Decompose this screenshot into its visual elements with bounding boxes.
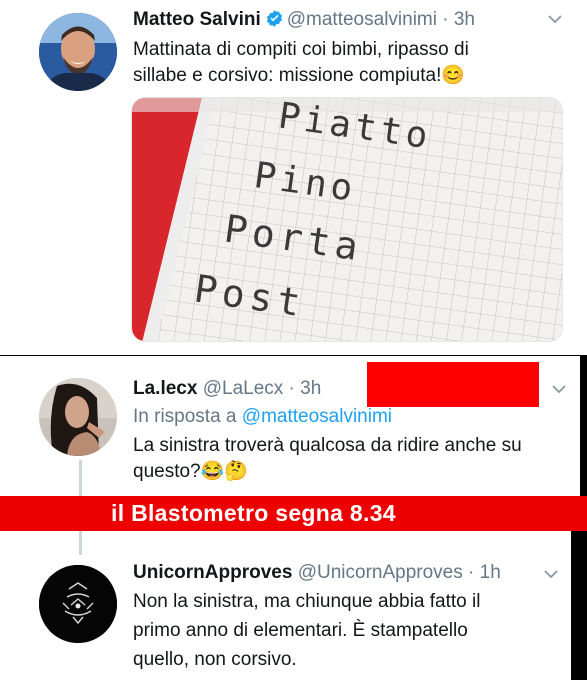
tweet-header: Matteo Salvini @matteosalvinimi · 3h	[133, 9, 475, 31]
dot-separator: ·	[462, 562, 480, 583]
author-name[interactable]: UnicornApproves	[133, 562, 292, 583]
chevron-down-icon[interactable]	[544, 569, 558, 579]
tweet-time[interactable]: 3h	[300, 378, 321, 399]
chevron-down-icon[interactable]	[552, 384, 566, 394]
tweet-text-line-3: quello, non corsivo.	[133, 649, 297, 670]
blastometro-banner: il Blastometro segna 8.34	[0, 496, 587, 531]
tweet-unicornapproves[interactable]: UnicornApproves @UnicornApproves · 1h No…	[0, 531, 571, 680]
redaction-box	[367, 362, 539, 407]
banner-text: il Blastometro segna 8.34	[111, 500, 396, 526]
author-handle[interactable]: @matteosalvinimi	[287, 9, 437, 30]
tweet-text-line-1: Mattinata di compiti coi bimbi, ripasso …	[133, 39, 469, 60]
tweet-time[interactable]: 3h	[454, 9, 475, 30]
tweet-photo[interactable]: Piatto Pino Porta Post	[131, 97, 563, 342]
tweet-text-line-2: primo anno di elementari. È stampatello	[133, 620, 468, 641]
author-handle[interactable]: @LaLecx	[203, 378, 284, 399]
tweet-text-line-1: La sinistra troverà qualcosa da ridire a…	[133, 435, 522, 456]
avatar-unicornapproves[interactable]	[39, 565, 117, 643]
author-name[interactable]: Matteo Salvini	[133, 9, 261, 30]
reply-prefix: In risposta a	[133, 406, 237, 427]
dot-separator: ·	[283, 378, 301, 399]
avatar-lalecx[interactable]	[39, 378, 117, 456]
verified-badge-icon	[266, 10, 282, 27]
tweet-header: UnicornApproves @UnicornApproves · 1h	[133, 562, 501, 584]
thread-line	[79, 531, 82, 555]
tweet-header: La.lecx @LaLecx · 3h	[133, 378, 321, 400]
reply-context: In risposta a @matteosalvinimi	[133, 406, 392, 428]
tweet-salvini[interactable]: Matteo Salvini @matteosalvinimi · 3h Matt…	[0, 0, 587, 355]
avatar-salvini[interactable]	[39, 13, 117, 91]
thread-line	[79, 460, 82, 496]
author-handle[interactable]: @UnicornApproves	[298, 562, 463, 583]
reply-handle-link[interactable]: @matteosalvinimi	[242, 406, 392, 427]
tweet-text-line-2: questo?😂🤔	[133, 461, 248, 482]
author-name[interactable]: La.lecx	[133, 378, 197, 399]
chevron-down-icon[interactable]	[548, 14, 562, 24]
dot-separator: ·	[436, 9, 454, 30]
tweet-text-line-1: Non la sinistra, ma chiunque abbia fatto…	[133, 591, 481, 612]
tweet-time[interactable]: 1h	[480, 562, 501, 583]
tweet-text-line-2: sillabe e corsivo: missione compiuta!😊	[133, 65, 466, 86]
